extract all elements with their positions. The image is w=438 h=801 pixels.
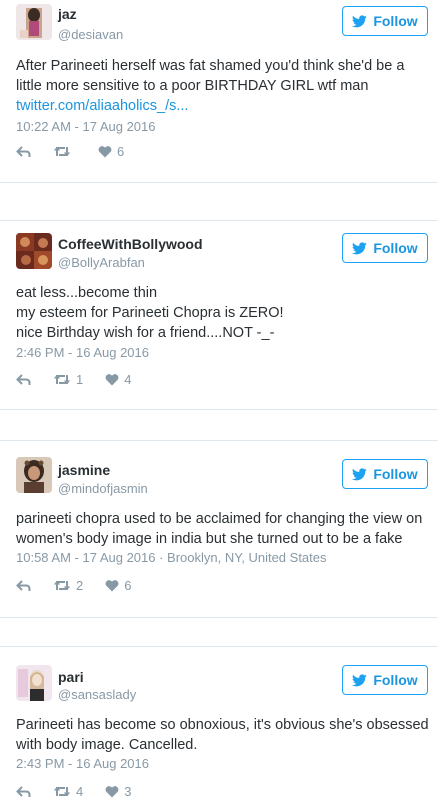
display-name[interactable]: jasmine	[58, 462, 110, 478]
avatar[interactable]	[16, 665, 52, 701]
tweet-card: pari @sansaslady Follow Parineeti has be…	[0, 646, 438, 801]
like-count: 6	[124, 577, 132, 593]
twitter-bird-icon	[352, 241, 368, 254]
tweet-text: After Parineeti herself was fat shamed y…	[16, 56, 426, 116]
retweet-button[interactable]	[53, 145, 76, 158]
tweet-text-line: my esteem for Parineeti Chopra is ZERO!	[16, 305, 284, 321]
tweet-card: jasmine @mindofjasmin Follow parineeti c…	[0, 440, 438, 618]
tweet-link[interactable]: twitter.com/aliaaholics_/s...	[16, 96, 426, 116]
retweet-button[interactable]: 4	[53, 784, 83, 799]
user-handle[interactable]: @BollyArabfan	[58, 255, 145, 270]
heart-icon	[98, 145, 112, 157]
tweet-text-line: parineeti chopra used to be acclaimed fo…	[16, 511, 423, 527]
like-button[interactable]: 6	[105, 578, 131, 593]
like-button[interactable]: 6	[98, 144, 124, 159]
tweet-text: Parineeti has become so obnoxious, it's …	[16, 715, 429, 755]
twitter-bird-icon	[352, 673, 368, 686]
retweet-icon	[54, 374, 70, 384]
retweet-icon	[54, 580, 70, 590]
reply-icon	[16, 785, 31, 797]
follow-button[interactable]: Follow	[342, 233, 428, 263]
tweet-text-line: women's body image in india but she turn…	[16, 531, 403, 547]
reply-icon	[16, 579, 31, 591]
tweet-actions: 1 4	[16, 371, 153, 387]
follow-button[interactable]: Follow	[342, 459, 428, 489]
display-name[interactable]: jaz	[58, 6, 77, 22]
like-button[interactable]: 3	[105, 784, 131, 799]
user-handle[interactable]: @sansaslady	[58, 687, 136, 702]
like-count: 3	[124, 783, 132, 799]
tweet-timestamp[interactable]: 2:43 PM - 16 Aug 2016	[16, 756, 149, 771]
tweet-timestamp[interactable]: 2:46 PM - 16 Aug 2016	[16, 345, 149, 360]
tweet-text-line: eat less...become thin	[16, 285, 158, 301]
display-name[interactable]: CoffeeWithBollywood	[58, 236, 203, 252]
follow-label: Follow	[373, 672, 418, 688]
tweet-text: parineeti chopra used to be acclaimed fo…	[16, 509, 426, 549]
follow-button[interactable]: Follow	[342, 665, 428, 695]
tweet-text-line: After Parineeti herself was fat shamed y…	[16, 58, 405, 74]
retweet-button[interactable]: 1	[53, 372, 83, 387]
tweet-text-line: nice Birthday wish for a friend....NOT -…	[16, 325, 275, 341]
user-handle[interactable]: @mindofjasmin	[58, 481, 148, 496]
tweet-card: jaz @desiavan Follow After Parineeti her…	[0, 0, 438, 183]
retweet-count: 4	[76, 783, 84, 799]
heart-icon	[105, 373, 119, 385]
tweet-text: eat less...become thin my esteem for Par…	[16, 283, 426, 343]
follow-label: Follow	[373, 240, 418, 256]
avatar[interactable]	[16, 4, 52, 40]
tweet-actions: 2 6	[16, 577, 153, 593]
tweet-text-line: with body image. Cancelled.	[16, 737, 198, 753]
avatar[interactable]	[16, 233, 52, 269]
retweet-count: 1	[76, 371, 84, 387]
like-count: 6	[117, 143, 125, 159]
tweet-timestamp[interactable]: 10:22 AM - 17 Aug 2016	[16, 119, 156, 134]
twitter-bird-icon	[352, 467, 368, 480]
display-name[interactable]: pari	[58, 669, 84, 685]
follow-label: Follow	[373, 466, 418, 482]
retweet-icon	[54, 786, 70, 796]
reply-button[interactable]	[16, 373, 31, 386]
like-count: 4	[124, 371, 132, 387]
reply-button[interactable]	[16, 145, 31, 158]
retweet-icon	[54, 146, 70, 156]
tweet-text-line: little more sensitive to a poor BIRTHDAY…	[16, 78, 369, 94]
heart-icon	[105, 579, 119, 591]
tweet-actions: 4 3	[16, 783, 153, 799]
avatar[interactable]	[16, 457, 52, 493]
tweet-timestamp[interactable]: 10:58 AM - 17 Aug 2016 · Brooklyn, NY, U…	[16, 550, 327, 565]
retweet-button[interactable]: 2	[53, 578, 83, 593]
retweet-count: 2	[76, 577, 84, 593]
twitter-bird-icon	[352, 14, 368, 27]
follow-label: Follow	[373, 13, 418, 29]
tweet-text-line: Parineeti has become so obnoxious, it's …	[16, 717, 429, 733]
like-button[interactable]: 4	[105, 372, 131, 387]
user-handle[interactable]: @desiavan	[58, 27, 123, 42]
tweet-actions: 6	[16, 143, 146, 159]
reply-button[interactable]	[16, 785, 31, 798]
reply-icon	[16, 373, 31, 385]
tweet-card: CoffeeWithBollywood @BollyArabfan Follow…	[0, 220, 438, 410]
reply-button[interactable]	[16, 579, 31, 592]
follow-button[interactable]: Follow	[342, 6, 428, 36]
reply-icon	[16, 145, 31, 157]
heart-icon	[105, 785, 119, 797]
